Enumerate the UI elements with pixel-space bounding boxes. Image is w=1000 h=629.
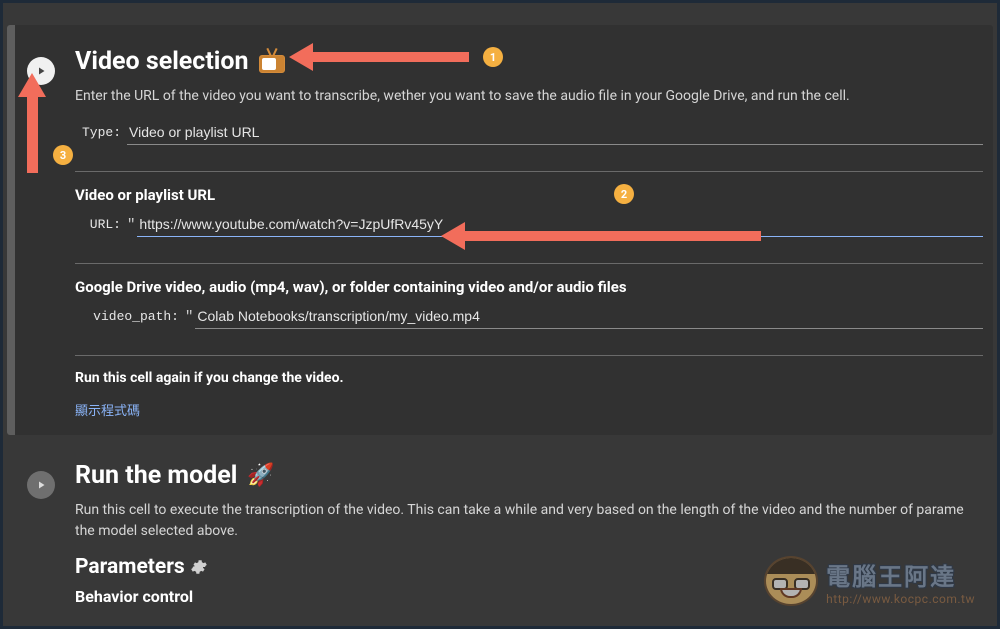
type-input[interactable] <box>127 120 983 145</box>
rocket-icon: 🚀 <box>247 463 274 488</box>
url-row: URL: " <box>75 212 983 241</box>
divider <box>75 355 983 356</box>
type-row: Type: <box>75 120 983 149</box>
cell-gutter <box>7 25 15 435</box>
url-section-label: Video or playlist URL <box>75 186 983 204</box>
run-cell-button[interactable] <box>27 57 55 85</box>
section-intro: Enter the URL of the video you want to t… <box>75 86 983 106</box>
tv-icon <box>259 51 285 73</box>
url-input[interactable] <box>137 212 983 237</box>
videopath-row: video_path: " <box>75 304 983 333</box>
rerun-note: Run this cell again if you change the vi… <box>75 370 983 386</box>
divider <box>75 171 983 172</box>
section-desc: Run this cell to execute the transcripti… <box>75 500 983 541</box>
quote: " <box>127 217 137 233</box>
gear-icon <box>190 555 208 579</box>
cell-run-model: Run the model 🚀 Run this cell to execute… <box>7 449 993 628</box>
behavior-heading: Behavior control <box>75 587 983 606</box>
parameters-heading: Parameters <box>75 555 983 579</box>
title-text: Run the model <box>75 461 237 490</box>
divider <box>75 263 983 264</box>
quote: " <box>185 309 195 325</box>
drive-section-label: Google Drive video, audio (mp4, wav), or… <box>75 278 983 296</box>
videopath-label: video_path: <box>75 309 185 324</box>
cell-video-selection: Video selection Enter the URL of the vid… <box>7 25 993 435</box>
title-text: Video selection <box>75 47 249 76</box>
section-title: Video selection <box>75 47 983 76</box>
url-label: URL: <box>75 217 127 232</box>
videopath-input[interactable] <box>195 304 983 329</box>
show-code-link[interactable]: 顯示程式碼 <box>75 400 140 419</box>
section-title: Run the model 🚀 <box>75 461 983 490</box>
type-label: Type: <box>75 125 127 140</box>
